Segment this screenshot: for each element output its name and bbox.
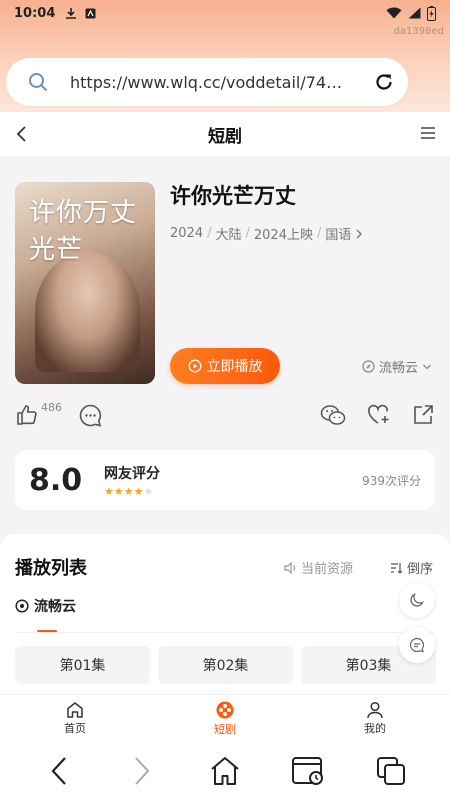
rating-card: 8.0 网友评分 ★★★★★ 939次评分 <box>15 450 435 510</box>
chevron-down-icon <box>423 364 431 369</box>
chevron-left-icon <box>16 126 26 142</box>
nav-item-drama[interactable]: 短剧 <box>150 695 300 742</box>
episode-list: 第01集 第02集 第03集 <box>15 646 436 684</box>
chevron-right-icon <box>356 229 363 238</box>
source-select[interactable]: 流畅云 <box>362 357 432 376</box>
back-icon <box>51 757 67 785</box>
comment-icon <box>79 404 102 427</box>
home-icon <box>211 757 239 785</box>
browser-toolbar <box>0 742 450 800</box>
nav-label-mine: 我的 <box>364 722 386 735</box>
dark-mode-button[interactable] <box>399 582 435 618</box>
favorite-button[interactable] <box>367 404 391 430</box>
nav-label-drama: 短剧 <box>214 723 236 736</box>
reload-button[interactable] <box>374 72 394 92</box>
playlist-section: 播放列表 当前资源 倒序 流畅云 第01集 第02集 第03集 <box>0 534 450 694</box>
meta-release: 2024上映 <box>253 228 313 243</box>
watermark-text: da1398ed <box>393 26 444 37</box>
rating-label: 网友评分 <box>104 465 160 482</box>
search-icon <box>29 73 48 92</box>
source-tab[interactable]: 流畅云 <box>15 596 76 616</box>
status-bar: 10:04 <box>0 0 450 26</box>
rating-stars: ★★★★★ <box>104 484 154 498</box>
browser-forward-button[interactable] <box>120 749 164 793</box>
feedback-button[interactable] <box>399 627 435 663</box>
menu-icon <box>421 127 435 139</box>
tabs-manager-icon <box>291 757 323 785</box>
comment-button[interactable] <box>79 404 102 431</box>
thumbs-up-icon <box>17 405 37 425</box>
divider <box>15 632 435 633</box>
app-notification-icon <box>85 8 96 18</box>
rating-count: 939次评分 <box>362 473 421 488</box>
user-icon <box>367 701 383 719</box>
wechat-share-button[interactable] <box>320 404 346 430</box>
episode-button[interactable]: 第02集 <box>158 646 293 684</box>
url-text[interactable]: https://www.wlq.cc/voddetail/7468... <box>70 73 345 92</box>
drama-poster[interactable]: 许你万丈光芒 <box>15 182 155 384</box>
browser-home-button[interactable] <box>203 749 247 793</box>
url-bar[interactable]: https://www.wlq.cc/voddetail/7468... <box>6 58 408 106</box>
drama-title: 许你光芒万丈 <box>170 184 296 208</box>
reverse-sort-button[interactable]: 倒序 <box>390 558 433 577</box>
playlist-title: 播放列表 <box>15 558 87 579</box>
reload-icon <box>376 74 392 90</box>
menu-button[interactable] <box>420 125 436 145</box>
signal-icon <box>408 7 421 19</box>
chat-bubble-icon <box>409 637 425 653</box>
wifi-icon <box>386 7 402 19</box>
play-circle-icon <box>188 359 201 373</box>
heart-plus-icon <box>368 404 389 424</box>
nav-item-home[interactable]: 首页 <box>0 695 150 742</box>
battery-icon <box>427 5 436 21</box>
share-external-icon <box>414 405 433 424</box>
windows-icon <box>376 757 405 785</box>
poster-figure <box>35 252 140 372</box>
drama-meta[interactable]: 2024 / 大陆 / 2024上映 / 国语 <box>170 224 363 243</box>
sort-icon <box>391 562 403 574</box>
rating-score: 8.0 <box>29 462 83 498</box>
nav-label-home: 首页 <box>64 722 86 735</box>
status-time: 10:04 <box>14 5 56 21</box>
current-source-label: 当前资源 <box>301 562 354 577</box>
play-circle-icon <box>15 599 29 613</box>
meta-language: 国语 <box>325 228 352 243</box>
download-icon <box>66 7 77 19</box>
browser-tabs-manager-button[interactable] <box>286 749 330 793</box>
reverse-sort-label: 倒序 <box>407 562 434 577</box>
browser-windows-button[interactable] <box>369 749 413 793</box>
current-source-button[interactable]: 当前资源 <box>284 558 353 577</box>
action-row: 486 <box>15 401 435 433</box>
play-now-button[interactable]: 立即播放 <box>170 348 280 384</box>
home-icon <box>67 702 83 718</box>
speaker-icon <box>284 561 296 574</box>
share-button[interactable] <box>412 404 434 430</box>
play-now-label: 立即播放 <box>206 359 263 375</box>
app-bottom-nav: 首页 短剧 我的 <box>0 694 450 742</box>
wechat-icon <box>320 405 346 425</box>
episode-button[interactable]: 第01集 <box>15 646 150 684</box>
meta-year: 2024 <box>170 226 204 241</box>
forward-icon <box>135 757 150 785</box>
browser-top-area: 10:04 da1398ed https://www.wlq.cc/voddet… <box>0 0 450 112</box>
page-header: 短剧 <box>0 112 450 156</box>
meta-region: 大陆 <box>215 228 242 243</box>
back-button[interactable] <box>14 124 28 148</box>
moon-icon <box>410 593 424 607</box>
compass-icon <box>362 360 375 373</box>
poster-title: 许你万丈光芒 <box>29 198 138 265</box>
source-tab-label: 流畅云 <box>34 599 76 615</box>
browser-back-button[interactable] <box>37 749 81 793</box>
drama-icon <box>216 701 234 719</box>
like-button[interactable]: 486 <box>15 401 62 427</box>
nav-item-mine[interactable]: 我的 <box>300 695 450 742</box>
source-select-label: 流畅云 <box>379 361 419 376</box>
page-title: 短剧 <box>208 126 242 147</box>
like-count: 486 <box>41 401 62 414</box>
